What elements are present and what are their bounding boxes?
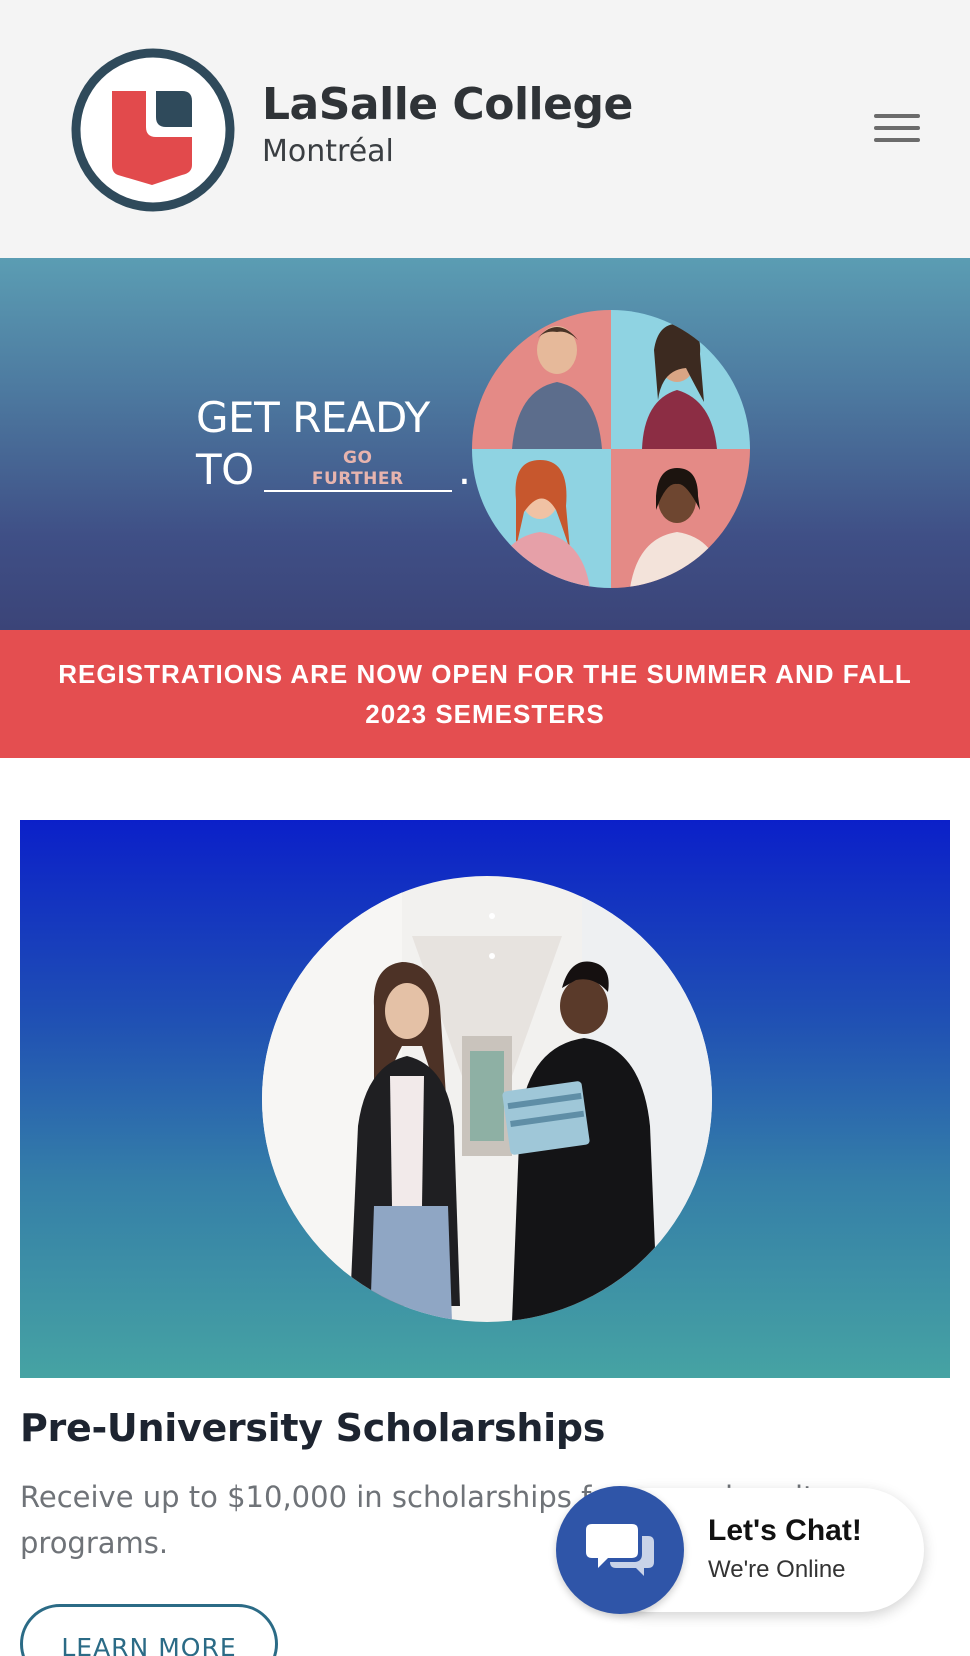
chat-bubbles-icon (586, 1524, 654, 1576)
hero-headline: GET READY TO GO FURTHER . (196, 392, 471, 496)
hero-line-1: GET READY (196, 393, 430, 442)
lasalle-logo-icon[interactable] (70, 47, 236, 213)
learn-more-button[interactable]: LEARN MORE (20, 1604, 278, 1656)
students-hallway-photo (262, 876, 712, 1322)
chat-title: Let's Chat! (708, 1514, 862, 1547)
hero-line-2: TO GO FURTHER . (196, 444, 471, 496)
card-title: Pre-University Scholarships (20, 1406, 606, 1450)
site-header: LaSalle College Montréal (0, 0, 970, 258)
college-name: LaSalle College (262, 79, 633, 130)
hero-to: TO (196, 445, 254, 494)
college-city: Montréal (262, 134, 394, 169)
hero-blank-text: GO FURTHER (264, 448, 452, 490)
students-collage-image (472, 310, 750, 588)
hamburger-menu-icon[interactable] (874, 114, 920, 144)
hero-period: . (457, 445, 471, 494)
hero-blank: GO FURTHER (263, 446, 452, 492)
registration-text: REGISTRATIONS ARE NOW OPEN FOR THE SUMME… (58, 659, 912, 729)
chat-status: We're Online (708, 1556, 846, 1583)
chat-open-button[interactable] (556, 1486, 684, 1614)
hero-blank-word-1: GO (343, 448, 373, 468)
scholarship-card-image[interactable] (20, 820, 950, 1378)
hero-blank-word-2: FURTHER (311, 469, 404, 489)
hero-banner[interactable]: GET READY TO GO FURTHER . (0, 258, 970, 630)
registration-banner[interactable]: REGISTRATIONS ARE NOW OPEN FOR THE SUMME… (0, 630, 970, 758)
logo-text[interactable]: LaSalle College Montréal (262, 80, 633, 172)
